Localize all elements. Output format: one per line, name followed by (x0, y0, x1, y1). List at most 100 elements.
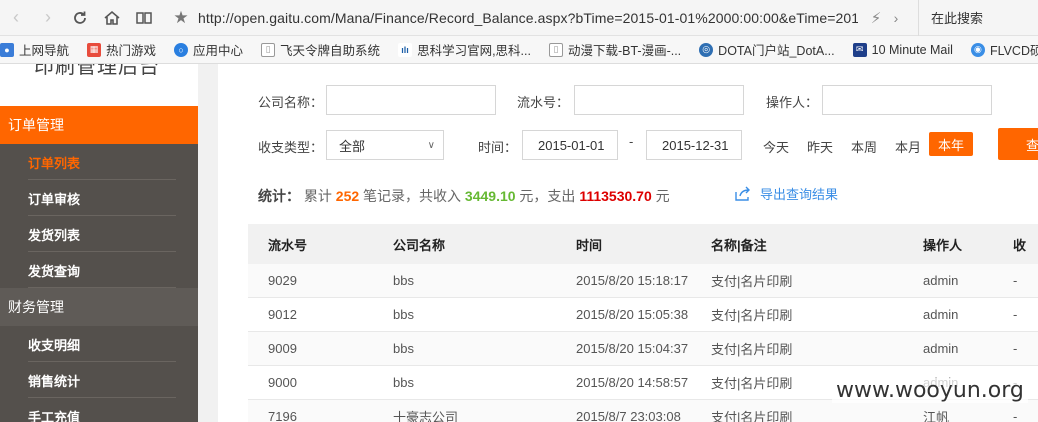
stats-text: 元，支出 (519, 188, 576, 204)
income-total: 3449.10 (464, 188, 516, 204)
cell-serial: 9012 (268, 307, 297, 322)
quick-this-year-button[interactable]: 本年 (929, 132, 973, 156)
cell-serial: 9000 (268, 375, 297, 390)
cell-income: - (1013, 307, 1018, 322)
back-icon[interactable]: ‹ (0, 0, 32, 36)
cell-operator: 江帆 (923, 410, 950, 422)
export-link[interactable]: 导出查询结果 (734, 184, 838, 203)
date-range-separator: - (629, 134, 634, 149)
cell-time: 2015/8/20 15:05:38 (576, 307, 689, 322)
end-date-input[interactable]: 2015-12-31 (646, 130, 742, 160)
cell-company: 十豪志公司 (393, 410, 459, 422)
page-icon: ▯ (261, 42, 276, 57)
col-serial: 流水号 (268, 237, 308, 253)
sidebar-item-order-list[interactable]: 订单列表 (0, 144, 198, 180)
quick-this-week-button[interactable]: 本周 (851, 137, 877, 156)
content-gutter (198, 64, 218, 422)
cell-operator: admin (923, 341, 959, 356)
cell-income: - (1013, 273, 1018, 288)
sidebar: 印刷管理后台 订单管理 订单列表 订单审核 发货列表 发货查询 财务管理 收支明… (0, 64, 198, 422)
main-content: 公司名称： 流水号： 操作人： 收支类型： 全部 ∨ 时间： 2015-01-0… (218, 64, 1038, 422)
forward-icon[interactable]: › (32, 0, 64, 36)
cell-name-note: 支付|名片印刷 (711, 342, 793, 357)
company-label: 公司名称： (258, 95, 324, 110)
cell-income: - (1013, 409, 1018, 422)
cell-name-note: 支付|名片印刷 (711, 274, 793, 289)
bookmark-item[interactable]: ● 上网导航 (0, 40, 69, 59)
page-icon: ▯ (548, 42, 563, 57)
bookmark-item[interactable]: ✉ 10 Minute Mail (852, 42, 953, 57)
stats-text: 元 (655, 188, 670, 204)
serial-input[interactable] (574, 85, 744, 115)
cell-time: 2015/8/20 15:18:17 (576, 273, 689, 288)
browser-search-input[interactable]: 在此搜索 (918, 0, 1038, 36)
sidebar-group-finance[interactable]: 财务管理 (0, 288, 198, 326)
stats-label: 统计： (258, 188, 300, 204)
operator-input[interactable] (822, 85, 992, 115)
sidebar-item-shipping-list[interactable]: 发货列表 (0, 216, 198, 252)
serial-label: 流水号： (517, 95, 570, 110)
flvcd-icon: ◉ (970, 42, 985, 57)
table-row[interactable]: 9029 bbs 2015/8/20 15:18:17 支付|名片印刷 admi… (248, 264, 1038, 298)
bookmark-item[interactable]: ▦ 热门游戏 (87, 40, 156, 59)
address-bar[interactable]: http://open.gaitu.com/Mana/Finance/Recor… (198, 10, 858, 26)
col-operator: 操作人 (923, 237, 963, 253)
bookmark-item[interactable]: ▯ 飞天令牌自助系统 (261, 40, 380, 59)
bookmark-item[interactable]: ◉ FLVCD硕 (970, 40, 1038, 59)
cell-company: bbs (393, 273, 414, 288)
reading-mode-icon[interactable] (128, 0, 160, 36)
stats-text: 笔记录，共收入 (363, 188, 462, 204)
bookmark-star-icon[interactable]: ★ (170, 8, 192, 28)
type-select[interactable]: 全部 ∨ (326, 130, 444, 160)
start-date-input[interactable]: 2015-01-01 (522, 130, 618, 160)
chevron-right-icon[interactable]: › (886, 10, 906, 26)
app-center-icon: ○ (174, 42, 189, 57)
quick-yesterday-button[interactable]: 昨天 (807, 137, 833, 156)
cell-company: bbs (393, 341, 414, 356)
bookmarks-bar: ● 上网导航 ▦ 热门游戏 ○ 应用中心 ▯ 飞天令牌自助系统 ılı 思科学习官网,思科… (0, 36, 1038, 64)
col-company: 公司名称 (393, 237, 446, 253)
flash-icon[interactable]: ⚡ (866, 9, 886, 27)
col-time: 时间 (576, 237, 603, 253)
cisco-icon: ılı (398, 42, 413, 57)
sidebar-title: 印刷管理后台 (34, 64, 160, 78)
quick-today-button[interactable]: 今天 (763, 137, 789, 156)
cell-time: 2015/8/7 23:03:08 (576, 409, 681, 422)
reload-icon[interactable] (64, 0, 96, 36)
browser-toolbar: ‹ › ★ http://open.gaitu.com/Mana/Finance… (0, 0, 1038, 36)
sidebar-item-sales-stats[interactable]: 销售统计 (0, 362, 198, 398)
type-label: 收支类型： (258, 140, 324, 155)
query-button[interactable]: 查 (998, 128, 1038, 160)
sidebar-item-manual-recharge[interactable]: 手工充值 (0, 398, 198, 422)
cell-company: bbs (393, 307, 414, 322)
bookmark-item[interactable]: ▯ 动漫下载-BT-漫画-... (548, 40, 681, 59)
cell-serial: 9029 (268, 273, 297, 288)
bookmark-item[interactable]: ılı 思科学习官网,思科... (398, 40, 531, 59)
sidebar-group-orders[interactable]: 订单管理 (0, 106, 198, 144)
table-row[interactable]: 7196 十豪志公司 2015/8/7 23:03:08 支付|名片印刷 江帆 … (248, 400, 1038, 422)
globe-icon: ● (0, 42, 14, 57)
cell-time: 2015/8/20 14:58:57 (576, 375, 689, 390)
chevron-down-icon: ∨ (427, 140, 435, 151)
quick-this-month-button[interactable]: 本月 (895, 137, 921, 156)
table-row[interactable]: 9009 bbs 2015/8/20 15:04:37 支付|名片印刷 admi… (248, 332, 1038, 366)
table-row[interactable]: 9012 bbs 2015/8/20 15:05:38 支付|名片印刷 admi… (248, 298, 1038, 332)
sidebar-item-shipping-query[interactable]: 发货查询 (0, 252, 198, 288)
time-label: 时间： (478, 140, 518, 155)
sidebar-header: 印刷管理后台 (0, 64, 198, 106)
col-name-note: 名称|备注 (711, 237, 767, 253)
cell-name-note: 支付|名片印刷 (711, 308, 793, 323)
home-icon[interactable] (96, 0, 128, 36)
company-input[interactable] (326, 85, 496, 115)
stats-text: 累计 (303, 188, 332, 204)
cell-operator: admin (923, 273, 959, 288)
type-select-value: 全部 (339, 138, 366, 154)
mail-icon: ✉ (852, 42, 867, 57)
cell-serial: 7196 (268, 409, 297, 422)
export-label: 导出查询结果 (760, 187, 839, 202)
bookmark-item[interactable]: ◎ DOTA门户站_DotA... (699, 40, 835, 59)
bookmark-item[interactable]: ○ 应用中心 (174, 40, 243, 59)
col-income: 收 (1013, 237, 1027, 253)
sidebar-item-balance-detail[interactable]: 收支明细 (0, 326, 198, 362)
sidebar-item-order-review[interactable]: 订单审核 (0, 180, 198, 216)
